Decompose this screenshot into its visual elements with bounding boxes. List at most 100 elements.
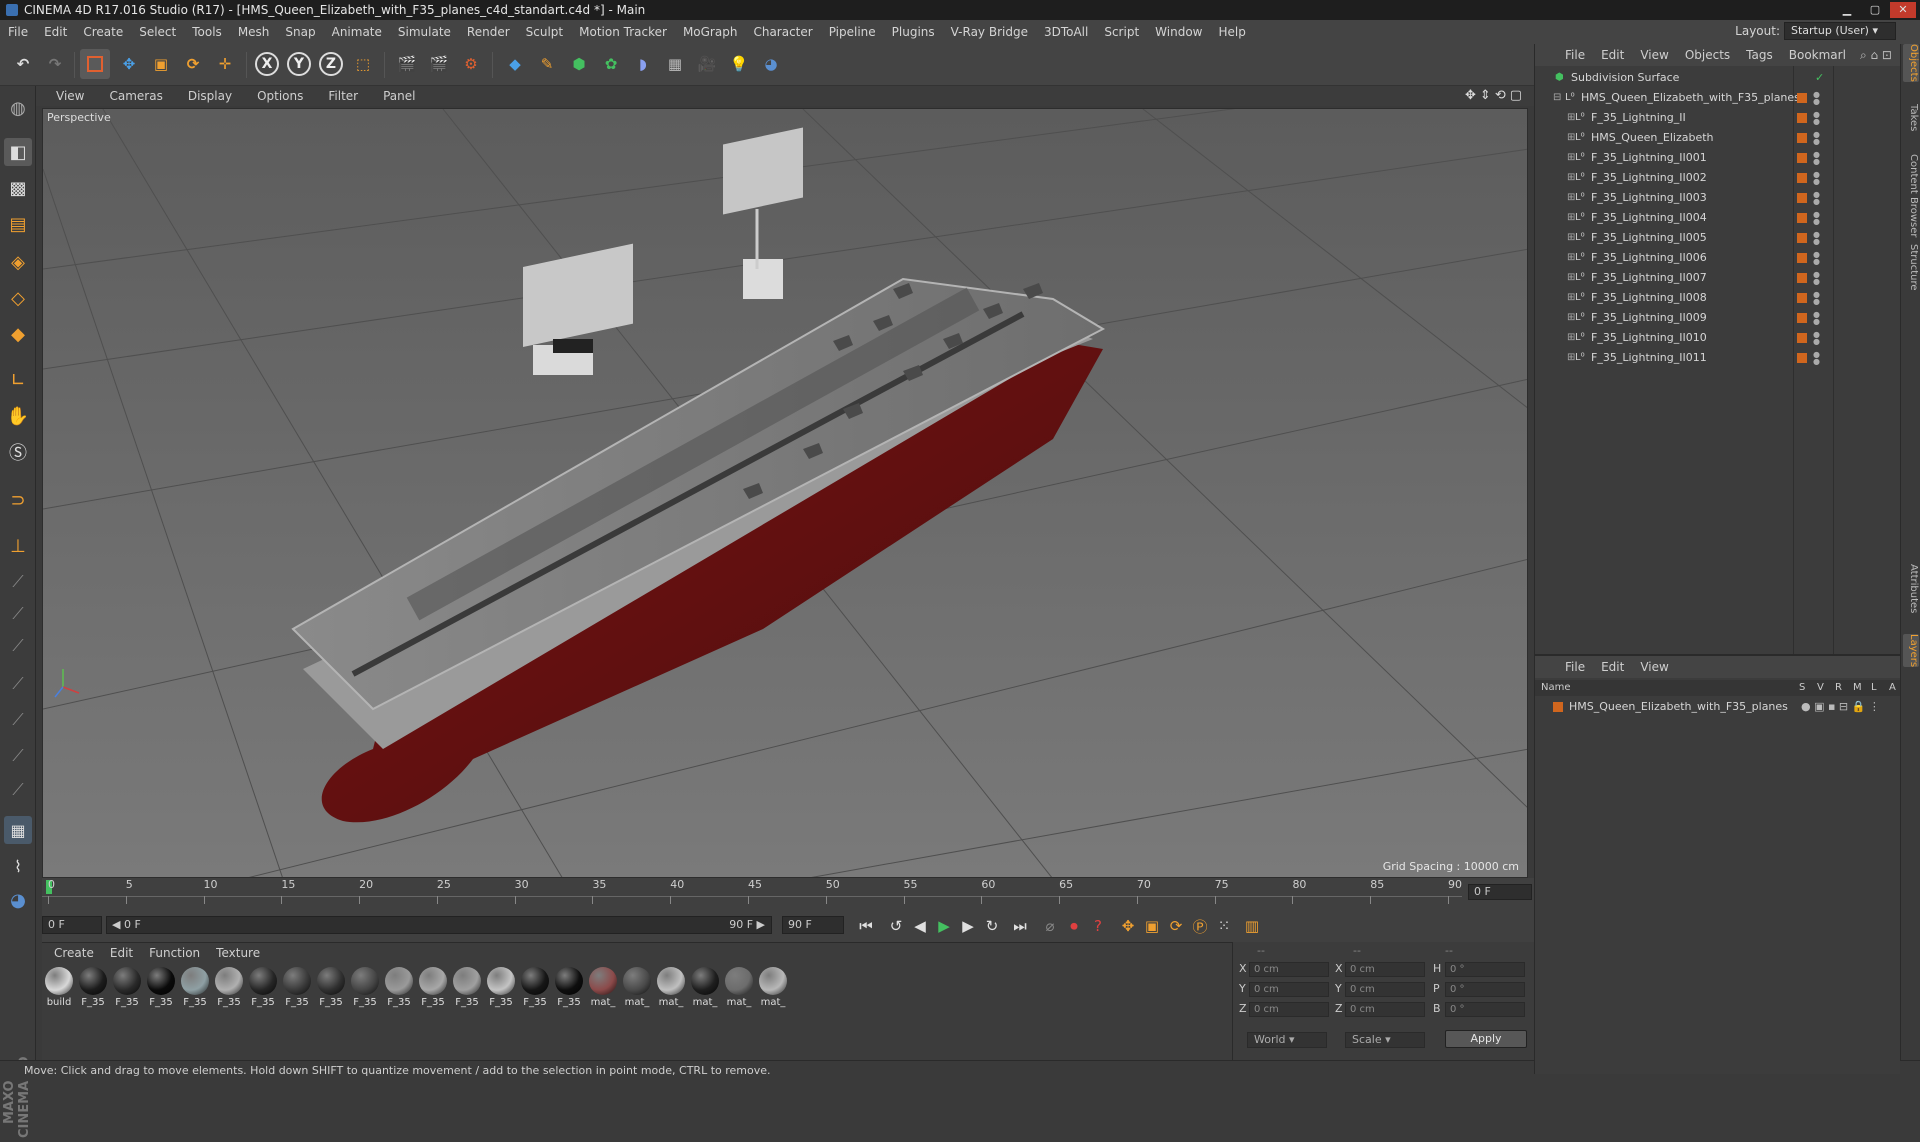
material-swatch[interactable]: F_35 xyxy=(450,967,484,1008)
axis-mode-icon[interactable]: ∟ xyxy=(4,366,32,394)
material-swatch[interactable]: F_35 xyxy=(314,967,348,1008)
pen-spline-icon[interactable]: ✎ xyxy=(532,49,562,79)
minimize-button[interactable]: ▁ xyxy=(1834,2,1860,18)
material-swatch[interactable]: F_35 xyxy=(518,967,552,1008)
layer-tag-swatch[interactable] xyxy=(1797,353,1807,363)
workplane-axis-icon[interactable]: ⊥ xyxy=(4,532,32,560)
side-tab-structure[interactable]: Structure xyxy=(1903,244,1919,291)
current-frame-field[interactable]: 0 F xyxy=(1468,884,1532,900)
record-keys-icon[interactable]: ⌀ xyxy=(1038,914,1062,938)
workplane-icon[interactable]: ▤ xyxy=(4,210,32,238)
transform-tool-icon[interactable]: ✛ xyxy=(210,49,240,79)
material-swatch[interactable]: F_35 xyxy=(280,967,314,1008)
layer-tag-swatch[interactable] xyxy=(1797,153,1807,163)
layer-tag-swatch[interactable] xyxy=(1797,173,1807,183)
material-swatch[interactable]: build xyxy=(42,967,76,1008)
cloner-icon[interactable]: ✿ xyxy=(596,49,626,79)
object-tree-row[interactable]: ⊞ L⁰ F_35_Lightning_II005 ● ● xyxy=(1535,228,1901,248)
menu-window[interactable]: Window xyxy=(1147,25,1210,39)
render-view-icon[interactable]: 🎬 xyxy=(392,49,422,79)
rot-b-field[interactable]: 0 ° xyxy=(1445,1002,1525,1017)
visibility-dots[interactable]: ● ● xyxy=(1813,331,1820,346)
layer-menu-view[interactable]: View xyxy=(1632,660,1676,674)
side-tab-objects[interactable]: Objects xyxy=(1903,44,1919,82)
viewport[interactable]: Perspective Grid Spacing : 10000 cm xyxy=(42,108,1528,878)
object-menu-tags[interactable]: Tags xyxy=(1738,48,1781,62)
layer-tag-swatch[interactable] xyxy=(1797,233,1807,243)
visibility-dots[interactable]: ● ● xyxy=(1813,231,1820,246)
brush-p-icon[interactable]: ⟋ xyxy=(4,600,32,628)
menu-pipeline[interactable]: Pipeline xyxy=(821,25,884,39)
edges-mode-icon[interactable]: ◇ xyxy=(4,284,32,312)
layer-tag-swatch[interactable] xyxy=(1797,213,1807,223)
menu-plugins[interactable]: Plugins xyxy=(884,25,943,39)
object-tree-row[interactable]: ⊞ L⁰ F_35_Lightning_II011 ● ● xyxy=(1535,348,1901,368)
expand-toggle-icon[interactable]: ⊟ xyxy=(1553,88,1561,108)
layer-tag-swatch[interactable] xyxy=(1797,333,1807,343)
visibility-dots[interactable]: ● ● xyxy=(1813,291,1820,306)
close-button[interactable]: ✕ xyxy=(1890,2,1916,18)
side-tab-content-browser[interactable]: Content Browser xyxy=(1903,154,1919,237)
redo-icon[interactable]: ↷ xyxy=(40,49,70,79)
visibility-dots[interactable]: ● ● xyxy=(1813,131,1820,146)
layer-tag-swatch[interactable] xyxy=(1797,193,1807,203)
menu-sculpt[interactable]: Sculpt xyxy=(518,25,571,39)
object-tree-row[interactable]: ⊞ L⁰ F_35_Lightning_II004 ● ● xyxy=(1535,208,1901,228)
layer-tag-swatch[interactable] xyxy=(1797,133,1807,143)
visibility-dots[interactable]: ● ● xyxy=(1813,151,1820,166)
render-settings-icon[interactable]: ⚙ xyxy=(456,49,486,79)
render-picture-viewer-icon[interactable]: 🎬 xyxy=(424,49,454,79)
deformer-icon[interactable]: ◗ xyxy=(628,49,658,79)
apply-button[interactable]: Apply xyxy=(1445,1030,1527,1048)
material-swatch[interactable]: F_35 xyxy=(246,967,280,1008)
brush-icon[interactable]: ⟋ xyxy=(4,568,32,596)
side-tab-layers[interactable]: Layers xyxy=(1903,634,1919,668)
material-swatch[interactable]: F_35 xyxy=(348,967,382,1008)
material-swatch[interactable]: mat_ xyxy=(722,967,756,1008)
object-tree-row[interactable]: ⊞ L⁰ F_35_Lightning_II008 ● ● xyxy=(1535,288,1901,308)
python-script-icon[interactable]: ◕ xyxy=(4,886,32,914)
visibility-dots[interactable]: ● ● xyxy=(1813,91,1820,106)
object-tree-row[interactable]: ⊟ L⁰ HMS_Queen_Elizabeth_with_F35_planes ● … xyxy=(1535,88,1901,108)
visibility-dots[interactable]: ● ● xyxy=(1813,171,1820,186)
layer-tag-swatch[interactable] xyxy=(1797,113,1807,123)
light-icon[interactable]: 💡 xyxy=(724,49,754,79)
layout-dropdown[interactable]: Startup (User) ▾ xyxy=(1784,22,1896,40)
camera-icon[interactable]: 🎥 xyxy=(692,49,722,79)
subdivision-surface-icon[interactable]: ⬢ xyxy=(564,49,594,79)
pos-z-field[interactable]: 0 cm xyxy=(1249,1002,1329,1017)
material-swatch[interactable]: F_35 xyxy=(212,967,246,1008)
menu-motion-tracker[interactable]: Motion Tracker xyxy=(571,25,675,39)
menu-script[interactable]: Script xyxy=(1096,25,1147,39)
visibility-dots[interactable]: ● ● xyxy=(1813,351,1820,366)
layer-menu-edit[interactable]: Edit xyxy=(1593,660,1632,674)
material-swatch[interactable]: F_35 xyxy=(484,967,518,1008)
object-menu-bookmarl[interactable]: Bookmarl xyxy=(1781,48,1854,62)
material-swatch[interactable]: mat_ xyxy=(586,967,620,1008)
layer-tag-swatch[interactable] xyxy=(1797,273,1807,283)
next-key-icon[interactable]: ↻ xyxy=(980,914,1004,938)
object-tree-row[interactable]: ⊞ L⁰ F_35_Lightning_II006 ● ● xyxy=(1535,248,1901,268)
key-parameter-icon[interactable]: Ⓟ xyxy=(1188,914,1212,938)
object-tree-row[interactable]: ⊞ L⁰ F_35_Lightning_II003 ● ● xyxy=(1535,188,1901,208)
material-swatch[interactable]: mat_ xyxy=(654,967,688,1008)
object-menu-file[interactable]: File xyxy=(1557,48,1593,62)
object-menu-edit[interactable]: Edit xyxy=(1593,48,1632,62)
menu-3dtoall[interactable]: 3DToAll xyxy=(1036,25,1096,39)
make-editable-icon[interactable]: ◍ xyxy=(4,94,32,122)
key-rotation-icon[interactable]: ⟳ xyxy=(1164,914,1188,938)
layer-flags[interactable]: ● ▣ ▪ ⊟ 🔒 ⋮ xyxy=(1801,698,1880,716)
y-axis-lock-icon[interactable]: Y xyxy=(284,49,314,79)
size-x-field[interactable]: 0 cm xyxy=(1345,962,1425,977)
viewport-menu-cameras[interactable]: Cameras xyxy=(99,89,177,103)
object-tree-row[interactable]: ⊞ L⁰ F_35_Lightning_II010 ● ● xyxy=(1535,328,1901,348)
enabled-check-icon[interactable]: ✓ xyxy=(1815,68,1824,88)
coordinate-system-icon[interactable]: ⬚ xyxy=(348,49,378,79)
previous-frame-icon[interactable]: ◀ xyxy=(908,914,932,938)
autokey-icon[interactable]: ⏺ xyxy=(1062,914,1086,938)
material-menu-texture[interactable]: Texture xyxy=(208,946,268,960)
object-menu-objects[interactable]: Objects xyxy=(1677,48,1738,62)
scale-tool-icon[interactable]: ▣ xyxy=(146,49,176,79)
key-pla-icon[interactable]: ⁙ xyxy=(1212,914,1236,938)
points-mode-icon[interactable]: ◈ xyxy=(4,248,32,276)
